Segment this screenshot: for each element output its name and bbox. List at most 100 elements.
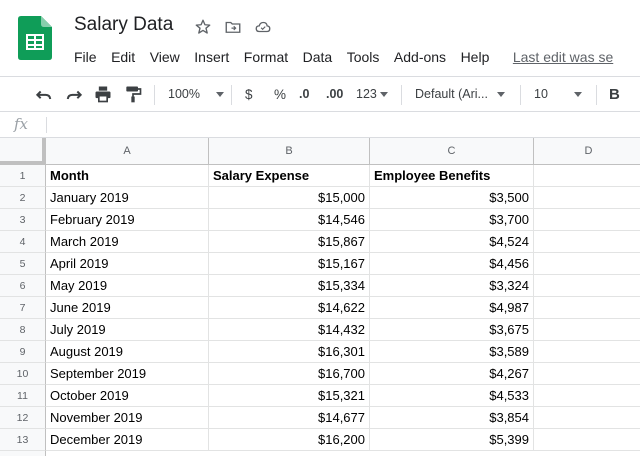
row-header[interactable] xyxy=(0,451,46,456)
row-header[interactable]: 10 xyxy=(0,363,46,385)
table-cell[interactable]: $4,456 xyxy=(370,253,534,275)
table-cell[interactable]: June 2019 xyxy=(46,297,209,319)
row-header[interactable]: 7 xyxy=(0,297,46,319)
menu-tools[interactable]: Tools xyxy=(347,49,380,65)
menu-insert[interactable]: Insert xyxy=(194,49,229,65)
font-family-select[interactable]: Default (Ari... xyxy=(415,77,505,111)
row-header[interactable]: 5 xyxy=(0,253,46,275)
table-cell[interactable]: July 2019 xyxy=(46,319,209,341)
table-cell[interactable]: $16,301 xyxy=(209,341,370,363)
google-sheets-logo-icon[interactable] xyxy=(18,16,52,60)
document-title[interactable]: Salary Data xyxy=(74,14,173,36)
table-cell[interactable]: $15,334 xyxy=(209,275,370,297)
table-cell[interactable]: $5,399 xyxy=(370,429,534,451)
table-cell[interactable] xyxy=(534,341,640,363)
column-header-a[interactable]: A xyxy=(46,138,209,165)
menu-data[interactable]: Data xyxy=(303,49,333,65)
table-cell[interactable] xyxy=(534,407,640,429)
star-icon[interactable] xyxy=(192,16,214,38)
table-cell[interactable]: January 2019 xyxy=(46,187,209,209)
last-edit-link[interactable]: Last edit was se xyxy=(513,49,613,65)
table-cell[interactable]: $4,524 xyxy=(370,231,534,253)
menu-edit[interactable]: Edit xyxy=(111,49,135,65)
table-cell[interactable]: $3,324 xyxy=(370,275,534,297)
paint-format-icon[interactable] xyxy=(123,77,143,111)
row-header[interactable]: 8 xyxy=(0,319,46,341)
header-cell[interactable]: Salary Expense xyxy=(209,165,370,187)
currency-format-button[interactable]: $ xyxy=(245,77,253,111)
table-cell[interactable]: November 2019 xyxy=(46,407,209,429)
table-cell[interactable]: $15,867 xyxy=(209,231,370,253)
column-header-b[interactable]: B xyxy=(209,138,370,165)
table-cell[interactable]: May 2019 xyxy=(46,275,209,297)
table-cell[interactable]: $3,854 xyxy=(370,407,534,429)
print-icon[interactable] xyxy=(93,77,113,111)
table-cell[interactable]: $15,167 xyxy=(209,253,370,275)
table-cell[interactable]: April 2019 xyxy=(46,253,209,275)
select-all-corner[interactable] xyxy=(0,138,46,165)
row-header[interactable]: 9 xyxy=(0,341,46,363)
table-cell[interactable] xyxy=(534,275,640,297)
table-cell[interactable]: February 2019 xyxy=(46,209,209,231)
table-cell[interactable]: December 2019 xyxy=(46,429,209,451)
table-cell[interactable]: $3,500 xyxy=(370,187,534,209)
table-cell[interactable]: $3,700 xyxy=(370,209,534,231)
table-cell[interactable]: $4,533 xyxy=(370,385,534,407)
table-cell[interactable]: October 2019 xyxy=(46,385,209,407)
table-cell[interactable]: September 2019 xyxy=(46,363,209,385)
table-cell[interactable]: $4,987 xyxy=(370,297,534,319)
formula-input[interactable] xyxy=(54,117,634,133)
table-cell[interactable]: $3,589 xyxy=(370,341,534,363)
table-cell[interactable] xyxy=(534,385,640,407)
table-cell[interactable] xyxy=(534,231,640,253)
header-cell[interactable]: Employee Benefits xyxy=(370,165,534,187)
move-to-folder-icon[interactable] xyxy=(222,16,244,38)
table-cell[interactable] xyxy=(534,187,640,209)
redo-icon[interactable] xyxy=(64,77,84,111)
column-header-c[interactable]: C xyxy=(370,138,534,165)
row-header[interactable]: 13 xyxy=(0,429,46,451)
table-cell[interactable] xyxy=(534,253,640,275)
more-formats-select[interactable]: 123 xyxy=(356,77,388,111)
table-cell[interactable] xyxy=(534,429,640,451)
table-cell[interactable]: $3,675 xyxy=(370,319,534,341)
row-header[interactable]: 4 xyxy=(0,231,46,253)
table-cell[interactable]: $16,200 xyxy=(209,429,370,451)
menu-file[interactable]: File xyxy=(74,49,97,65)
menu-view[interactable]: View xyxy=(150,49,180,65)
table-cell[interactable]: $14,546 xyxy=(209,209,370,231)
table-cell[interactable] xyxy=(534,297,640,319)
percent-format-button[interactable]: % xyxy=(274,77,286,111)
table-cell[interactable] xyxy=(534,209,640,231)
row-header[interactable]: 11 xyxy=(0,385,46,407)
table-cell[interactable]: $16,700 xyxy=(209,363,370,385)
table-cell[interactable]: $14,432 xyxy=(209,319,370,341)
menu-add-ons[interactable]: Add-ons xyxy=(394,49,446,65)
menu-help[interactable]: Help xyxy=(461,49,490,65)
row-header[interactable]: 3 xyxy=(0,209,46,231)
table-cell[interactable]: March 2019 xyxy=(46,231,209,253)
table-cell[interactable]: $14,622 xyxy=(209,297,370,319)
decrease-decimals-button[interactable]: .0 xyxy=(299,77,309,111)
table-cell[interactable] xyxy=(534,319,640,341)
table-cell[interactable]: $15,321 xyxy=(209,385,370,407)
row-header[interactable]: 1 xyxy=(0,165,46,187)
table-cell[interactable] xyxy=(534,363,640,385)
table-cell[interactable]: $14,677 xyxy=(209,407,370,429)
column-header-d[interactable]: D xyxy=(534,138,640,165)
row-header[interactable]: 6 xyxy=(0,275,46,297)
row-header[interactable]: 12 xyxy=(0,407,46,429)
header-cell[interactable]: Month xyxy=(46,165,209,187)
cloud-status-icon[interactable] xyxy=(252,16,274,38)
header-cell[interactable] xyxy=(534,165,640,187)
menu-format[interactable]: Format xyxy=(244,49,288,65)
bold-button[interactable]: B xyxy=(609,77,620,111)
table-cell[interactable]: August 2019 xyxy=(46,341,209,363)
zoom-select[interactable]: 100% xyxy=(168,77,224,111)
undo-icon[interactable] xyxy=(34,77,54,111)
row-header[interactable]: 2 xyxy=(0,187,46,209)
font-size-select[interactable]: 10 xyxy=(534,77,582,111)
table-cell[interactable]: $15,000 xyxy=(209,187,370,209)
table-cell[interactable]: $4,267 xyxy=(370,363,534,385)
increase-decimals-button[interactable]: .00 xyxy=(326,77,343,111)
